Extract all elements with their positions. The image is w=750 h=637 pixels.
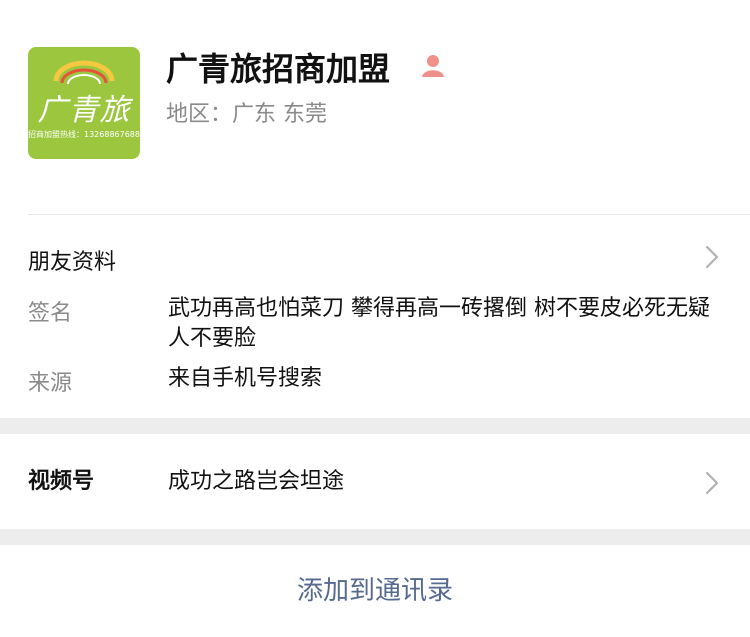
avatar-logo-text: 广青旅 — [37, 93, 131, 128]
source-value: 来自手机号搜索 — [168, 366, 323, 391]
channels-label: 视频号 — [28, 469, 95, 494]
section-separator — [0, 529, 750, 545]
avatar-logo-subtext: 招商加盟热线：13268867688 — [28, 130, 140, 139]
profile-region: 地区：广东 东莞 — [166, 102, 327, 127]
profile-page: 广青旅 招商加盟热线：13268867688 广青旅招商加盟 地区：广东 东莞 … — [0, 0, 750, 633]
person-icon — [422, 55, 444, 77]
signature-value: 武功再高也怕菜刀 攀得再高一砖撂倒 树不要皮必死无疑 人不要脸 — [168, 296, 710, 351]
signature-label: 签名 — [28, 301, 73, 326]
profile-name: 广青旅招商加盟 — [166, 50, 391, 88]
channels-value: 成功之路岂会坦途 — [168, 469, 345, 494]
divider — [28, 214, 750, 215]
chevron-right-icon[interactable] — [705, 245, 719, 269]
add-to-contacts-button[interactable]: 添加到通讯录 — [0, 545, 750, 633]
chevron-right-icon[interactable] — [705, 471, 719, 495]
source-label: 来源 — [28, 371, 73, 396]
friend-info-title: 朋友资料 — [28, 250, 117, 275]
avatar[interactable]: 广青旅 招商加盟热线：13268867688 — [28, 47, 140, 159]
section-separator — [0, 418, 750, 434]
profile-header: 广青旅 招商加盟热线：13268867688 广青旅招商加盟 地区：广东 东莞 — [0, 0, 750, 214]
